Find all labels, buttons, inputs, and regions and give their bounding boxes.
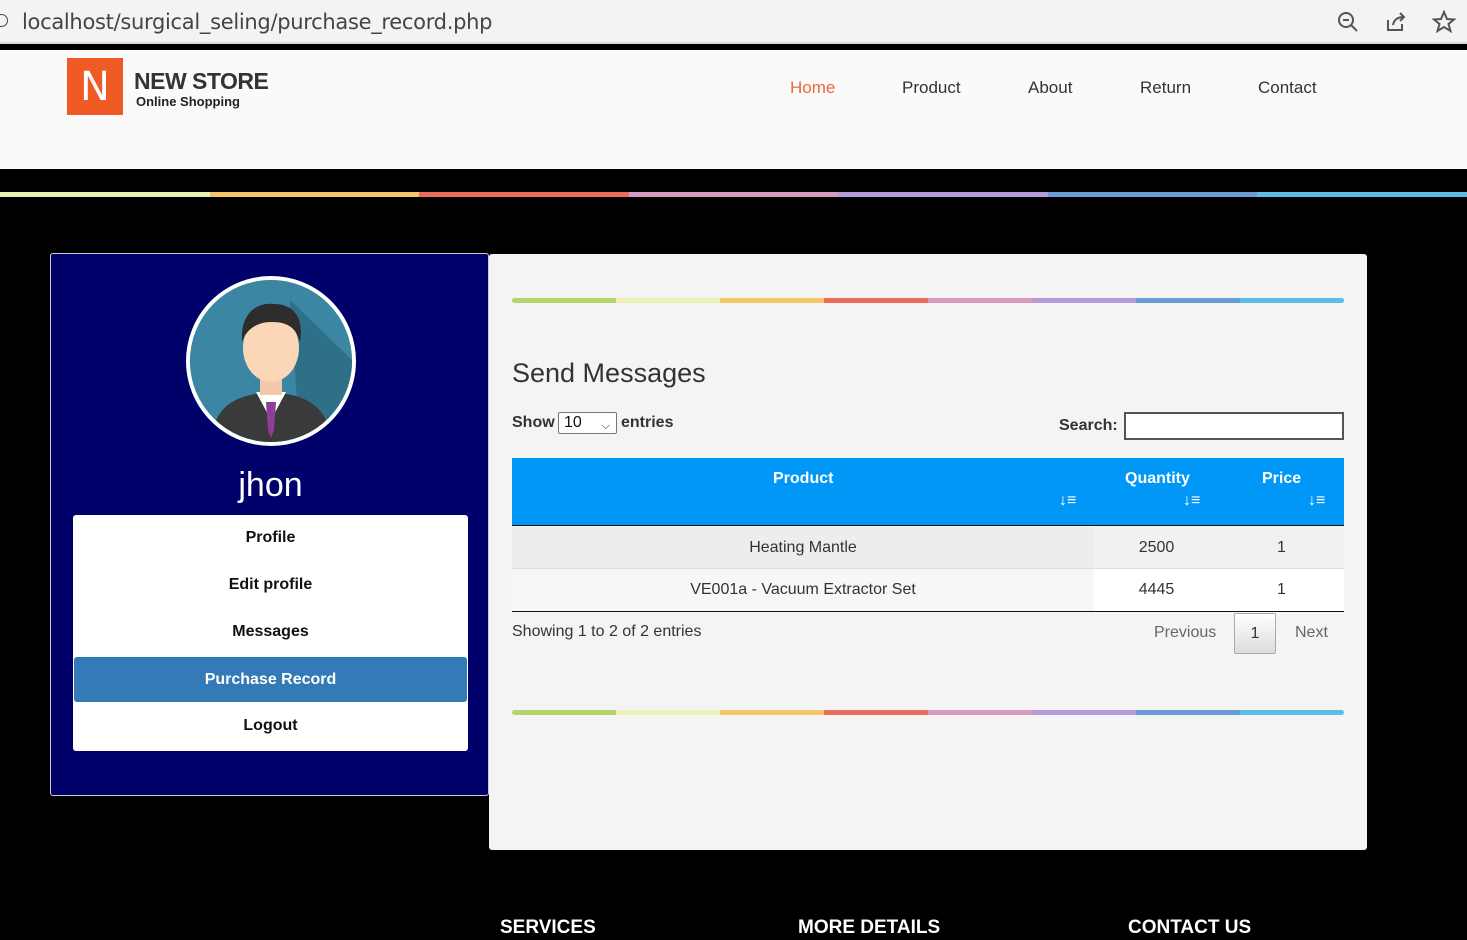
url-field[interactable]: localhost/surgical_seling/purchase_recor…	[22, 10, 492, 34]
footer-more-details-heading: MORE DETAILS	[798, 917, 941, 938]
logo-title[interactable]: NEW STORE	[134, 68, 269, 95]
footer-services-heading: SERVICES	[500, 917, 596, 938]
chevron-down-icon: ⌵	[601, 420, 610, 432]
cell-product: Heating Mantle	[749, 539, 857, 556]
site-header: N NEW STORE Online Shopping Home Product…	[0, 50, 1467, 169]
sort-product-icon[interactable]: ↓≡	[1059, 492, 1076, 510]
menu-logout[interactable]: Logout	[73, 703, 468, 748]
panel-rainbow-bottom	[512, 710, 1344, 715]
table-header: Product ↓≡ Quantity ↓≡ Price ↓≡	[512, 458, 1344, 526]
menu-messages[interactable]: Messages	[73, 609, 468, 654]
nav-return[interactable]: Return	[1140, 78, 1191, 98]
sort-price-icon[interactable]: ↓≡	[1308, 492, 1325, 510]
search-label: Search:	[1059, 417, 1118, 434]
cell-quantity: 2500	[1138, 539, 1175, 556]
menu-profile[interactable]: Profile	[73, 515, 468, 560]
table-row: VE001a - Vacuum Extractor Set 4445 1	[512, 569, 1344, 612]
table-row: Heating Mantle 2500 1	[512, 527, 1344, 569]
sort-quantity-icon[interactable]: ↓≡	[1183, 492, 1200, 510]
pagination-next[interactable]: Next	[1295, 624, 1328, 642]
share-icon[interactable]	[1384, 10, 1408, 34]
browser-address-bar: localhost/surgical_seling/purchase_recor…	[0, 0, 1467, 44]
bookmark-star-icon[interactable]	[1432, 10, 1456, 34]
page-length-value: 10	[564, 414, 582, 431]
table-info: Showing 1 to 2 of 2 entries	[512, 623, 702, 640]
rainbow-divider	[0, 192, 1467, 197]
page-length-select[interactable]: 10 ⌵	[558, 412, 617, 434]
profile-menu: Profile Edit profile Messages Purchase R…	[73, 515, 468, 751]
pagination-previous[interactable]: Previous	[1154, 624, 1216, 642]
site-info-icon[interactable]	[0, 14, 8, 27]
col-product-header[interactable]: Product	[773, 470, 833, 488]
footer-contact-heading: CONTACT US	[1128, 917, 1252, 938]
cell-price: 1	[1277, 539, 1286, 556]
entries-label: entries	[621, 414, 674, 431]
page-title: Send Messages	[512, 358, 706, 388]
profile-sidebar: jhon Profile Edit profile Messages Purch…	[50, 253, 489, 796]
col-price-header[interactable]: Price	[1262, 470, 1301, 488]
nav-contact[interactable]: Contact	[1258, 78, 1317, 98]
show-label: Show	[512, 414, 555, 431]
col-quantity-header[interactable]: Quantity	[1125, 470, 1190, 488]
cell-quantity: 4445	[1138, 581, 1175, 598]
nav-product[interactable]: Product	[902, 78, 961, 98]
nav-about[interactable]: About	[1028, 78, 1072, 98]
logo-mark[interactable]: N	[67, 58, 123, 115]
avatar	[186, 276, 356, 446]
cell-price: 1	[1277, 581, 1286, 598]
menu-edit-profile[interactable]: Edit profile	[73, 562, 468, 607]
panel-rainbow-top	[512, 298, 1344, 303]
user-avatar-icon	[190, 280, 352, 442]
menu-purchase-record[interactable]: Purchase Record	[74, 657, 467, 702]
search-input[interactable]	[1124, 412, 1344, 440]
username: jhon	[238, 466, 303, 504]
pagination-page-1[interactable]: 1	[1234, 613, 1276, 654]
cell-product: VE001a - Vacuum Extractor Set	[690, 581, 916, 598]
nav-home[interactable]: Home	[790, 78, 835, 98]
purchase-record-panel: Send Messages Show 10 ⌵ entries Search: …	[489, 254, 1367, 850]
logo-subtitle: Online Shopping	[136, 94, 240, 109]
zoom-icon[interactable]	[1336, 10, 1360, 34]
